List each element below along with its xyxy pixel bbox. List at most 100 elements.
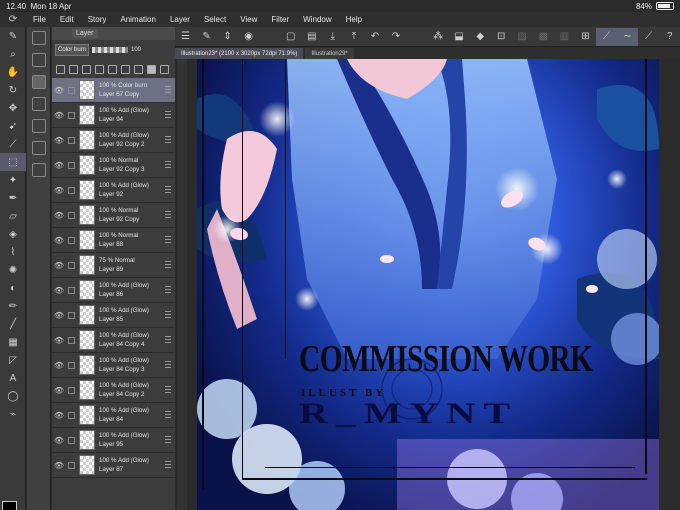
opacity-value[interactable]: 100 [131,47,141,53]
layer-checkbox[interactable] [68,136,75,144]
deselect-icon[interactable]: ⁂ [428,28,449,46]
hand-icon[interactable]: ✋ [0,63,26,81]
drag-handle-icon[interactable] [165,386,171,394]
color-panel-icon[interactable] [27,137,51,159]
layer-row[interactable]: 👁 75 % Normal Layer 89 [52,253,175,278]
layer-checkbox[interactable] [68,86,75,94]
navigator-icon[interactable] [27,93,51,115]
airbrush-icon[interactable]: ✺ [0,261,26,279]
visibility-eye-icon[interactable]: 👁 [52,311,66,320]
layer-row[interactable]: 👁 100 % Normal Layer 92 Copy 3 [52,153,175,178]
subtool-icon[interactable] [27,27,51,49]
pencil-icon[interactable]: ✏ [0,297,26,315]
delete-layer-icon[interactable] [160,64,169,74]
layer-row[interactable]: 👁 100 % Add (Glow) Layer 84 [52,403,175,428]
correct-line-icon[interactable]: ⌁ [0,405,26,423]
drag-handle-icon[interactable] [165,411,171,419]
layer-row[interactable]: 👁 100 % Add (Glow) Layer 84 Copy 2 [52,378,175,403]
gradient-icon[interactable]: ▦ [0,333,26,351]
visibility-eye-icon[interactable]: 👁 [52,236,66,245]
layer-checkbox[interactable] [68,111,75,119]
drag-handle-icon[interactable] [165,86,171,94]
layer-panel-icon[interactable] [27,71,51,93]
scale-icon[interactable]: ▩ [533,28,554,46]
layer-checkbox[interactable] [68,261,75,269]
drag-handle-icon[interactable] [165,211,171,219]
drag-handle-icon[interactable] [165,136,171,144]
layer-row[interactable]: 👁 100 % Add (Glow) Layer 92 [52,178,175,203]
drag-handle-icon[interactable] [165,186,171,194]
menu-animation[interactable]: Animation [113,15,163,24]
frame-icon[interactable]: ◸ [0,351,26,369]
visibility-eye-icon[interactable]: 👁 [52,86,66,95]
visibility-eye-icon[interactable]: 👁 [52,186,66,195]
redo-icon[interactable]: ↷ [385,28,406,46]
layer-checkbox[interactable] [68,436,75,444]
reference-icon[interactable] [121,64,130,74]
menu-filter[interactable]: Filter [264,15,296,24]
save-icon[interactable]: ⤓ [322,28,343,46]
visibility-eye-icon[interactable]: 👁 [52,286,66,295]
clip-icon[interactable] [95,64,104,74]
new-file-icon[interactable]: ▢ [280,28,301,46]
tab-illustration29[interactable]: Illustration29* [305,48,354,59]
drag-handle-icon[interactable] [165,111,171,119]
magic-wand-icon[interactable]: ✦ [0,171,26,189]
layer-row[interactable]: 👁 100 % Color burn Layer 67 Copy [52,78,175,103]
menu-view[interactable]: View [233,15,264,24]
transform-icon[interactable]: ⊡ [491,28,512,46]
pen-icon[interactable]: ✒ [0,189,26,207]
menu-story[interactable]: Story [81,15,114,24]
layer-row[interactable]: 👁 100 % Add (Glow) Layer 87 [52,453,175,478]
material-icon[interactable] [27,159,51,181]
drag-handle-icon[interactable] [165,261,171,269]
visibility-eye-icon[interactable]: 👁 [52,211,66,220]
menu-help[interactable]: Help [339,15,369,24]
blend-mode-select[interactable]: Color burn [55,44,89,56]
visibility-eye-icon[interactable]: 👁 [52,111,66,120]
visibility-eye-icon[interactable]: 👁 [52,461,66,470]
artwork-canvas[interactable]: COMMISSION WORK ILLUST BY R_MYNT [197,59,659,510]
app-logo-icon[interactable]: ⟳ [0,14,26,25]
mask-icon[interactable] [134,64,143,74]
undo-icon[interactable]: ↶ [364,28,385,46]
foreground-color[interactable] [2,501,17,510]
new-vector-layer-icon[interactable] [69,64,78,74]
layer-row[interactable]: 👁 100 % Add (Glow) Layer 95 [52,428,175,453]
drag-handle-icon[interactable] [165,236,171,244]
clear-icon[interactable]: ⬓ [449,28,470,46]
layer-checkbox[interactable] [68,186,75,194]
menu-layer[interactable]: Layer [163,15,197,24]
menu-icon[interactable]: ☰ [175,28,196,46]
layer-checkbox[interactable] [68,411,75,419]
visibility-eye-icon[interactable]: 👁 [52,261,66,270]
visibility-eye-icon[interactable]: 👁 [52,436,66,445]
tool-property-icon[interactable] [27,49,51,71]
layer-checkbox[interactable] [68,361,75,369]
drag-handle-icon[interactable] [165,161,171,169]
layer-checkbox[interactable] [68,211,75,219]
zoom-icon[interactable]: ⌕ [0,45,26,63]
layer-checkbox[interactable] [68,336,75,344]
line-icon[interactable]: ╱ [0,315,26,333]
visibility-eye-icon[interactable]: 👁 [52,411,66,420]
blend-icon[interactable]: ◐ [0,279,26,297]
updown-icon[interactable]: ⇕ [217,28,238,46]
eraser-icon[interactable]: ▱ [0,207,26,225]
visibility-eye-icon[interactable]: 👁 [52,386,66,395]
canvas-area[interactable]: COMMISSION WORK ILLUST BY R_MYNT [175,59,680,510]
brush-icon[interactable]: ⌇ [0,243,26,261]
layer-row[interactable]: 👁 100 % Add (Glow) Layer 86 [52,278,175,303]
layer-row[interactable]: 👁 100 % Add (Glow) Layer 94 [52,103,175,128]
layer-property-icon[interactable] [27,115,51,137]
grid-icon[interactable]: ⊞ [575,28,596,46]
menu-window[interactable]: Window [296,15,338,24]
move-icon[interactable]: ✥ [0,99,26,117]
edit-icon[interactable]: ✎ [196,28,217,46]
visibility-eye-icon[interactable]: 👁 [52,336,66,345]
merge-icon[interactable] [147,64,156,74]
drag-handle-icon[interactable] [165,361,171,369]
layer-checkbox[interactable] [68,386,75,394]
layer-row[interactable]: 👁 100 % Add (Glow) Layer 85 [52,303,175,328]
ruler-icon[interactable]: ⟋ [638,28,659,46]
